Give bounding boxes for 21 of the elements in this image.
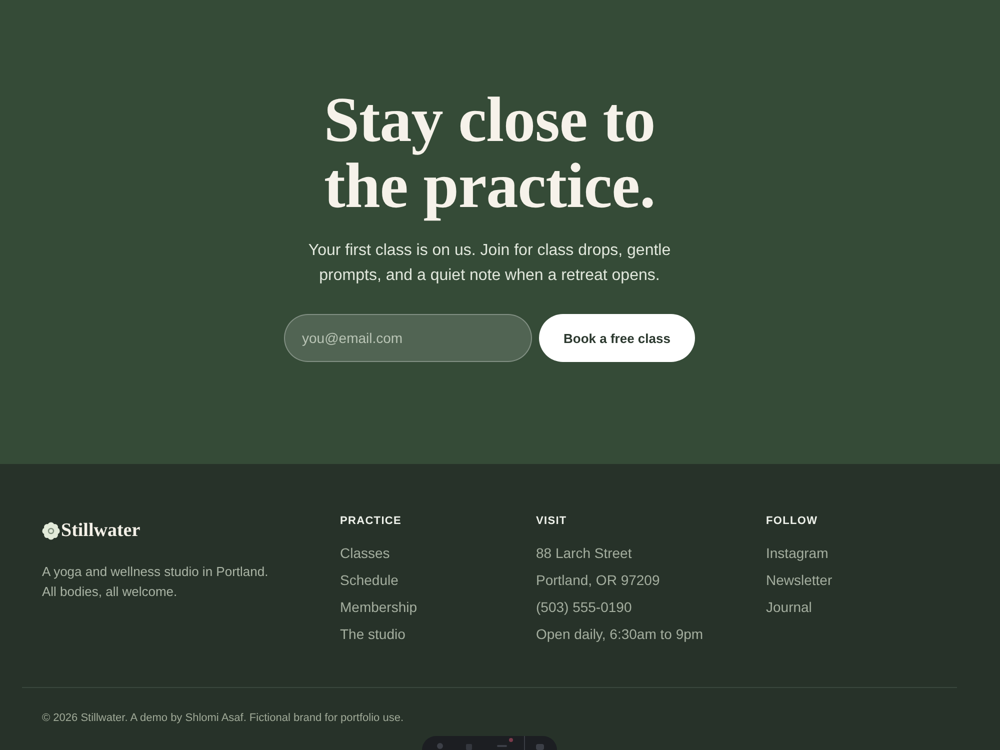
hero-heading: Stay close to the practice. xyxy=(322,87,656,219)
column-heading: VISIT xyxy=(536,514,567,529)
footer-link[interactable]: The studio xyxy=(340,624,406,644)
footer-link[interactable]: Classes xyxy=(340,543,390,563)
column-heading: PRACTICE xyxy=(340,514,402,529)
contact-text: Open daily, 6:30am to 9pm xyxy=(536,625,704,644)
contact-text: (503) 555-0190 xyxy=(536,598,632,617)
footer-link[interactable]: Newsletter xyxy=(766,570,832,590)
contact-text: 88 Larch Street xyxy=(536,544,632,563)
column-heading: FOLLOW xyxy=(766,514,818,529)
footer-link[interactable]: Journal xyxy=(766,597,812,617)
brand-name[interactable]: Stillwater xyxy=(61,520,140,542)
hero-subtitle: Your first class is on us. Join for class drops, gentle prompts, and a quiet note when a retreat opens. xyxy=(307,241,672,286)
book-class-button[interactable]: Book a free class xyxy=(539,314,695,362)
brand-tagline: A yoga and wellness studio in Portland. All bodies, all welcome. xyxy=(42,563,270,601)
flower-logo-icon xyxy=(42,522,60,540)
contact-text: Portland, OR 97209 xyxy=(536,571,660,590)
footer-link[interactable]: Membership xyxy=(340,597,418,617)
copyright-text: © 2026 Stillwater. A demo by Shlomi Asaf. Fictional brand for portfolio use. xyxy=(42,712,404,724)
footer-link[interactable]: Instagram xyxy=(766,543,828,563)
footer-link[interactable]: Schedule xyxy=(340,570,398,590)
